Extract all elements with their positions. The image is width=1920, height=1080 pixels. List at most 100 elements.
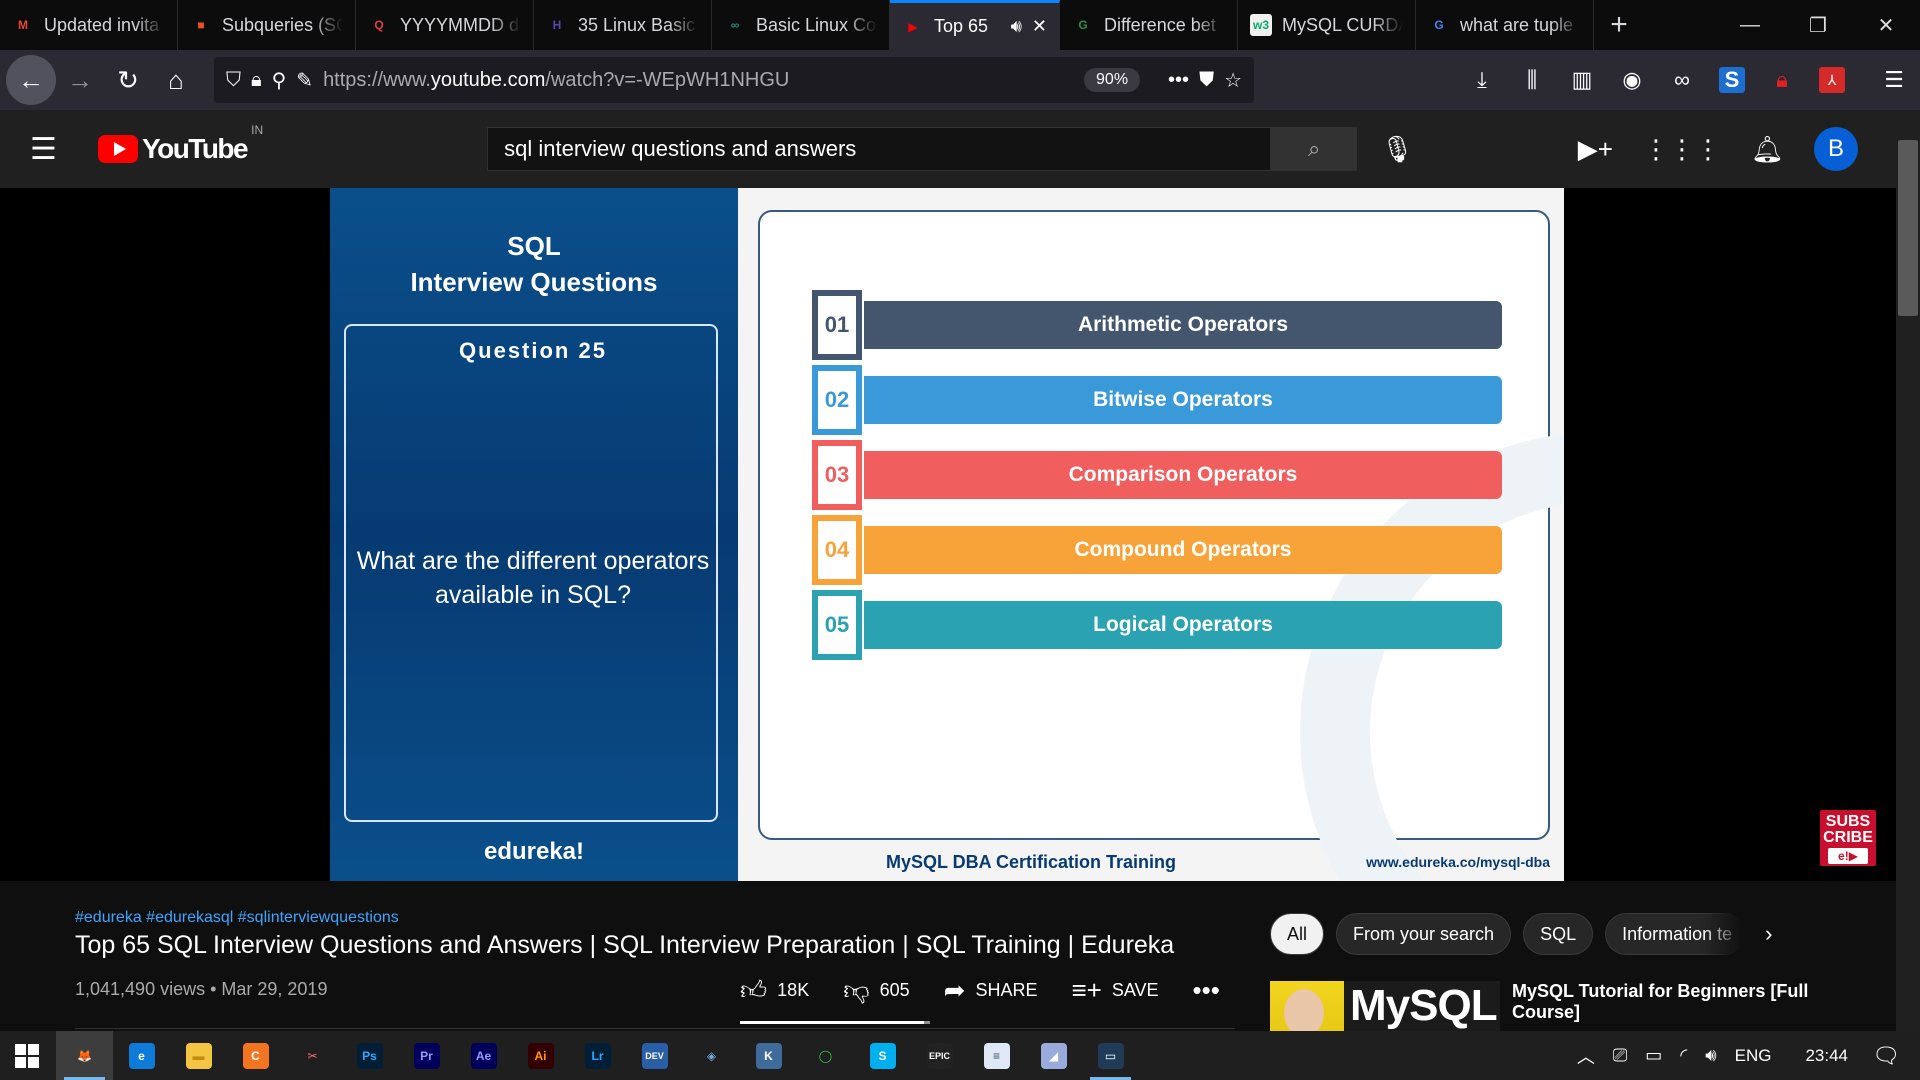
- wifi-icon[interactable]: ◜: [1680, 1045, 1687, 1066]
- action-center-icon[interactable]: 🗨︎: [1866, 1036, 1906, 1076]
- browser-tab[interactable]: G Difference bet: [1060, 0, 1238, 50]
- new-tab-button[interactable]: +: [1594, 0, 1644, 50]
- restore-button[interactable]: ❐: [1784, 0, 1852, 50]
- downloads-icon[interactable]: ⤓: [1462, 60, 1502, 100]
- browser-tab[interactable]: H 35 Linux Basic: [534, 0, 712, 50]
- url-text[interactable]: https://www.youtube.com/watch?v=-WEpWH1N…: [323, 69, 1074, 92]
- slide-heading-line1: SQL: [507, 231, 561, 261]
- browser-tab[interactable]: ▶ Top 65 🔊︎ ✕: [890, 0, 1060, 50]
- bookmark-star-icon[interactable]: ☆: [1224, 68, 1242, 93]
- zoom-level[interactable]: 90%: [1084, 68, 1141, 92]
- clock[interactable]: 23:44: [1805, 1046, 1848, 1066]
- firefox-app[interactable]: 🦊: [56, 1031, 113, 1080]
- voice-search-mic-icon[interactable]: 🎙︎: [1377, 134, 1417, 165]
- like-button[interactable]: 👍︎ 18K: [740, 975, 809, 1006]
- address-bar[interactable]: ⛉ 🔒︎ ⚲ ✎ https://www.youtube.com/watch?v…: [214, 57, 1254, 103]
- tab-title: Difference bet: [1104, 14, 1216, 35]
- subscribe-watermark-button[interactable]: SUBS CRIBE e!▶: [1820, 810, 1876, 866]
- filter-chip[interactable]: From your search: [1336, 913, 1512, 955]
- skype-app[interactable]: S: [854, 1031, 911, 1080]
- notifications-bell-icon[interactable]: 🔔︎: [1751, 134, 1784, 165]
- snipping-app[interactable]: ✂: [284, 1031, 341, 1080]
- browser-tab[interactable]: ∞ Basic Linux Co: [712, 0, 890, 50]
- lock-icon[interactable]: 🔒︎: [251, 69, 262, 92]
- extension-glasses-icon[interactable]: ∞: [1662, 60, 1702, 100]
- extension-pdf-icon[interactable]: ⅄: [1812, 60, 1852, 100]
- home-button[interactable]: ⌂: [152, 56, 200, 104]
- volume-icon[interactable]: 🔊︎: [1705, 1045, 1716, 1066]
- tracking-shield-icon[interactable]: ⛉: [226, 69, 241, 92]
- filter-chip[interactable]: SQL: [1523, 913, 1594, 955]
- paint-app[interactable]: ◢: [1025, 1031, 1082, 1080]
- sidebar-icon[interactable]: ▥: [1562, 60, 1602, 100]
- close-tab-icon[interactable]: ✕: [1032, 16, 1047, 37]
- page-actions-icon[interactable]: •••: [1168, 69, 1189, 92]
- edge-app[interactable]: e: [113, 1031, 170, 1080]
- avatar[interactable]: B: [1814, 127, 1858, 171]
- virtualbox-app[interactable]: ◈: [683, 1031, 740, 1080]
- page-scrollbar-thumb[interactable]: [1898, 140, 1918, 316]
- browser-tab[interactable]: Gwhat are tuple: [1416, 0, 1594, 50]
- devc-app[interactable]: DEV: [626, 1031, 683, 1080]
- browser-tab[interactable]: ■ Subqueries (SQ: [178, 0, 356, 50]
- battery-icon[interactable]: ▭: [1645, 1045, 1662, 1066]
- file-explorer-app[interactable]: ▬: [170, 1031, 227, 1080]
- back-button[interactable]: ←: [6, 55, 56, 105]
- like-ratio-bar: [740, 1021, 930, 1024]
- premiere-app[interactable]: Pr: [398, 1031, 455, 1080]
- create-video-icon[interactable]: ▶︎+: [1578, 134, 1613, 165]
- crunchyroll-app[interactable]: C: [227, 1031, 284, 1080]
- chevron-right-icon[interactable]: ›: [1765, 921, 1772, 947]
- language-indicator[interactable]: ENG: [1735, 1046, 1772, 1066]
- forward-button[interactable]: →: [56, 56, 104, 104]
- recommended-thumbnail[interactable]: MySQL: [1270, 981, 1500, 1031]
- reload-button[interactable]: ↻: [104, 56, 152, 104]
- operator-number: 05: [812, 590, 862, 660]
- meet-now-icon[interactable]: ⎚: [1613, 1045, 1627, 1066]
- browser-tab[interactable]: w3 MySQL CURDA: [1238, 0, 1416, 50]
- youtube-wordmark: YouTube: [142, 133, 249, 164]
- dislike-button[interactable]: 👎︎ 605: [843, 975, 909, 1006]
- window-controls: — ❐ ✕: [1716, 0, 1920, 50]
- filter-chip[interactable]: All: [1270, 913, 1325, 955]
- browser-tab[interactable]: M Updated invita: [0, 0, 178, 50]
- filter-chip[interactable]: Information te: [1605, 913, 1746, 955]
- close-window-button[interactable]: ✕: [1852, 0, 1920, 50]
- youtube-logo[interactable]: YouTube IN: [98, 123, 263, 165]
- pocket-icon[interactable]: ⛊: [1199, 69, 1214, 92]
- vmware-app[interactable]: K: [740, 1031, 797, 1080]
- extension-lock-icon[interactable]: 🔒︎: [1762, 60, 1802, 100]
- mysql-workbench-app[interactable]: ▭: [1082, 1031, 1139, 1080]
- video-hashtags[interactable]: #edureka #edurekasql #sqlinterviewquesti…: [75, 909, 399, 927]
- guide-menu-icon[interactable]: ☰: [30, 132, 70, 167]
- recommended-video[interactable]: MySQL MySQL Tutorial for Beginners [Full…: [1270, 981, 1812, 1031]
- extension-s-icon[interactable]: S: [1712, 60, 1752, 100]
- minimize-button[interactable]: —: [1716, 0, 1784, 50]
- account-icon[interactable]: ◉: [1612, 60, 1652, 100]
- after-effects-app[interactable]: Ae: [455, 1031, 512, 1080]
- start-button[interactable]: [0, 1031, 54, 1080]
- search-input[interactable]: sql interview questions and answers: [487, 127, 1272, 171]
- browser-tab[interactable]: Q YYYYMMDD d: [356, 0, 534, 50]
- illustrator-app[interactable]: Ai: [512, 1031, 569, 1080]
- show-hidden-icons-chevron-icon[interactable]: ︿: [1577, 1043, 1595, 1069]
- apps-grid-icon[interactable]: ⋮⋮⋮: [1643, 134, 1721, 165]
- hamburger-menu-icon[interactable]: ☰: [1874, 60, 1914, 100]
- video-player[interactable]: SQL Interview Questions Question 25 What…: [0, 188, 1896, 881]
- epic-games-app[interactable]: EPIC: [911, 1031, 968, 1080]
- tab-audio-icon[interactable]: 🔊︎: [1011, 16, 1022, 37]
- recommended-title[interactable]: MySQL Tutorial for Beginners [Full Cours…: [1512, 981, 1812, 1031]
- notepad-app[interactable]: ≡: [968, 1031, 1025, 1080]
- sync-app[interactable]: ◯: [797, 1031, 854, 1080]
- search-button[interactable]: ⌕: [1271, 127, 1358, 171]
- save-button[interactable]: ≡+ SAVE: [1071, 975, 1158, 1006]
- youtube-header: ☰ YouTube IN sql interview questions and…: [0, 110, 1896, 188]
- reader-edit-icon[interactable]: ✎: [296, 68, 313, 93]
- lightroom-app[interactable]: Lr: [569, 1031, 626, 1080]
- more-actions-button[interactable]: •••: [1193, 975, 1220, 1006]
- permissions-icon[interactable]: ⚲: [272, 68, 287, 93]
- library-icon[interactable]: ⫼: [1512, 60, 1552, 100]
- photoshop-app[interactable]: Ps: [341, 1031, 398, 1080]
- question-text: What are the different operators availab…: [356, 547, 710, 609]
- share-button[interactable]: ➦ SHARE: [944, 975, 1038, 1006]
